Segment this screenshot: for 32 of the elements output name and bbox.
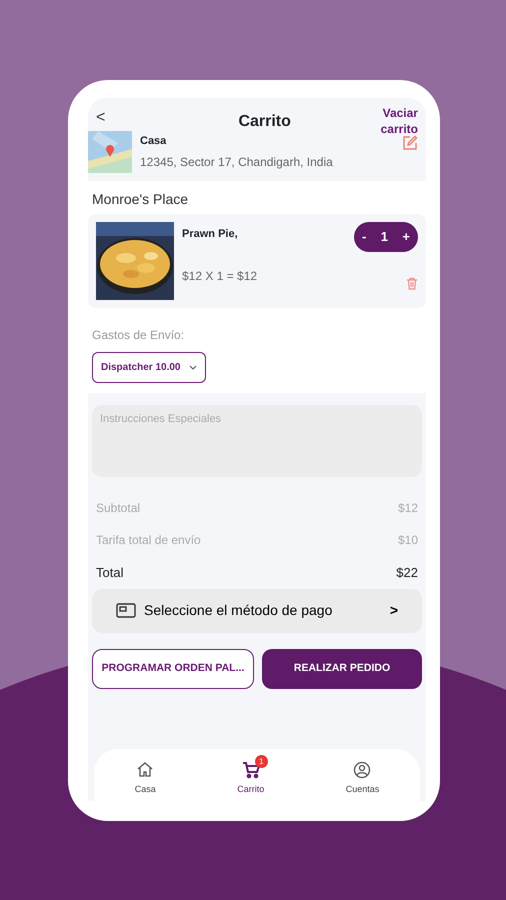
minus-button[interactable]: - [360, 227, 368, 247]
summary-label: Tarifa total de envío [96, 532, 201, 550]
cart-count-badge: 1 [254, 755, 268, 768]
shipping-label: Gastos de Envío: [92, 327, 186, 344]
address-label: Casa [140, 134, 168, 149]
restaurant-name: Monroe's Place [91, 190, 190, 210]
summary-value: $12 [398, 500, 418, 518]
item-name: Prawn Pie, [182, 227, 239, 242]
back-button[interactable]: < [96, 106, 106, 130]
address-text: 12345, Sector 17, Chandigarh, India [140, 154, 334, 172]
clear-cart-link[interactable]: Vaciar carrito [374, 106, 418, 138]
item-price: $12 X 1 = $12 [182, 268, 258, 285]
instructions-field[interactable]: Instrucciones Especiales [92, 405, 422, 478]
summary-value: $22 [396, 564, 418, 582]
nav-item[interactable]: 1 Carrito [227, 753, 274, 797]
summary-value: $10 [398, 532, 418, 550]
payment-method-button[interactable]: Seleccione el método de pago > [92, 588, 422, 633]
place-order-button[interactable]: REALIZAR PEDIDO [262, 648, 422, 689]
summary-label: Subtotal [96, 500, 140, 518]
cart-icon [242, 761, 260, 780]
schedule-order-button[interactable]: PROGRAMAR ORDEN PAL... [92, 648, 254, 689]
plus-button[interactable]: + [400, 227, 412, 247]
nav-item[interactable]: Cuentas [336, 753, 390, 797]
shipping-dropdown[interactable]: Dispatcher 10.00 [92, 352, 206, 384]
nav-item[interactable]: Casa [124, 753, 166, 797]
chevron-down-icon [188, 365, 196, 370]
wallet-icon [116, 603, 136, 618]
account-icon [353, 761, 372, 780]
summary-label: Total [96, 564, 124, 582]
page-title: Carrito [238, 112, 291, 132]
home-icon [136, 761, 154, 780]
quantity-value: 1 [380, 228, 388, 246]
